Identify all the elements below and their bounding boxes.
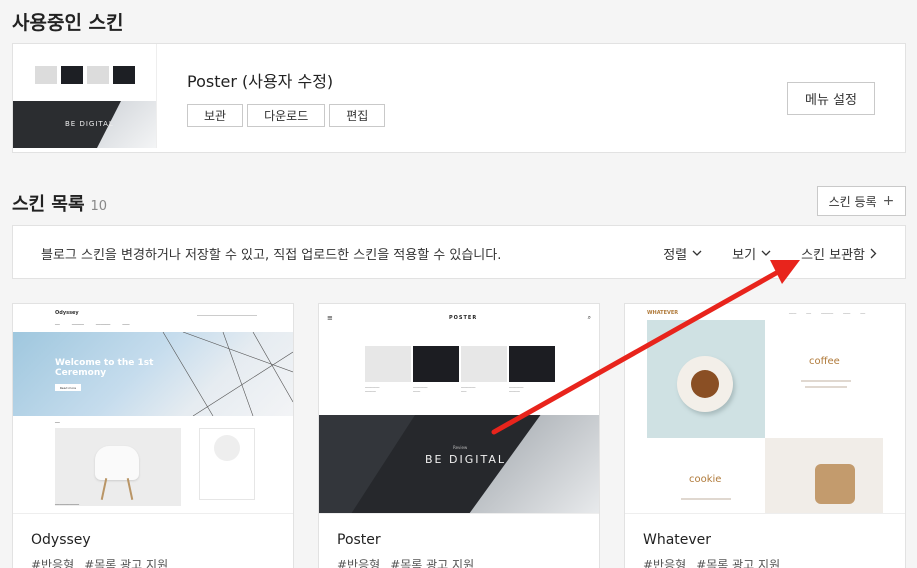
hamburger-menu-icon: ≡ [327,314,333,322]
skin-tags: #반응형 #목록 광고 지원 [31,558,169,568]
chevron-down-icon [761,250,771,256]
skin-card-odyssey[interactable]: Odyssey ── ───── ────── ─── Welcome to the … [12,303,294,568]
sort-dropdown[interactable]: 정렬 [663,244,702,263]
chevron-right-icon [870,248,877,259]
skin-list-heading: 스킨 목록 10 [12,194,108,215]
chevron-down-icon [692,250,702,256]
skin-storage-link[interactable]: 스킨 보관함 [801,244,877,263]
skin-preview-whatever[interactable]: WHATEVER ─── ── ───── ─── ── coffee cookie [625,304,905,514]
download-button[interactable]: 다운로드 [247,104,326,127]
current-skin-heading: 사용중인 스킨 [12,12,124,34]
skin-preview-odyssey[interactable]: Odyssey ── ───── ────── ─── Welcome to the … [13,304,293,514]
chair-image [55,428,181,506]
register-skin-button[interactable]: 스킨 등록 + [817,186,906,216]
skin-info-bar: 블로그 스킨을 변경하거나 저장할 수 있고, 직접 업로드한 스킨을 적용할 … [12,225,906,279]
search-icon: ⌕ [587,314,591,321]
menu-settings-button[interactable]: 메뉴 설정 [787,82,875,115]
skin-name: Poster [337,532,381,548]
skin-count: 10 [90,199,108,214]
view-dropdown[interactable]: 보기 [732,244,771,263]
edit-button[interactable]: 편집 [329,104,386,127]
skin-info-text: 블로그 스킨을 변경하거나 저장할 수 있고, 직접 업로드한 스킨을 적용할 … [41,248,502,263]
thumbnail-banner-text: BE DIGITAL [65,120,114,128]
skin-preview-poster[interactable]: ≡ POSTER ⌕ ──────── ────── ──────── ──── ─… [319,304,599,514]
skin-name: Odyssey [31,532,91,548]
skin-tags: #반응형 #목록 광고 지원 [337,558,475,568]
store-button[interactable]: 보관 [187,104,244,127]
cookie-image [765,438,883,513]
plus-icon: + [882,193,895,209]
skin-name: Whatever [643,532,712,548]
coffee-image [647,320,765,438]
skin-card-whatever[interactable]: WHATEVER ─── ── ───── ─── ── coffee cookie W… [624,303,906,568]
current-skin-thumbnail[interactable]: BE DIGITAL [13,44,157,148]
skin-tags: #반응형 #목록 광고 지원 [643,558,781,568]
skin-card-poster[interactable]: ≡ POSTER ⌕ ──────── ────── ──────── ──── ─… [318,303,600,568]
current-skin-title: Poster (사용자 수정) [187,72,334,91]
search-icon [197,310,257,316]
current-skin-panel: BE DIGITAL Poster (사용자 수정) 보관 다운로드 편집 메뉴… [12,43,906,153]
